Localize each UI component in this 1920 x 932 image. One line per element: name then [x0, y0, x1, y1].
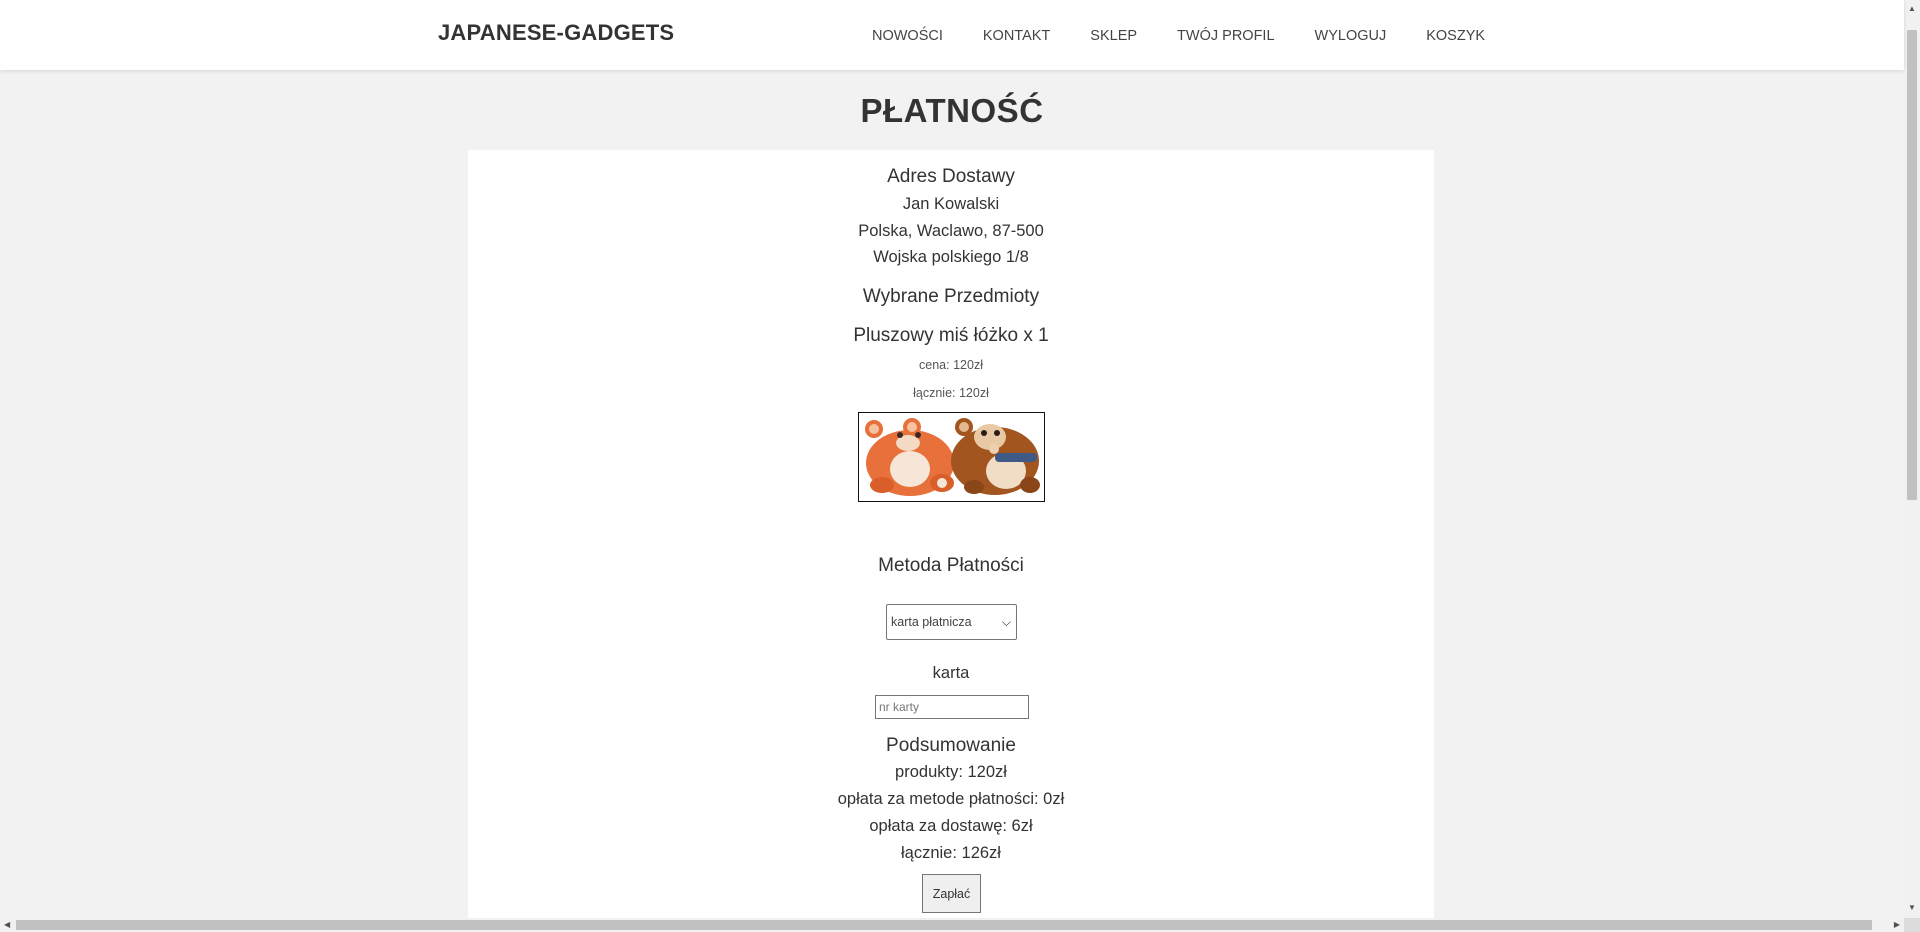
nav-link-sklep[interactable]: SKLEP [1090, 28, 1137, 44]
summary-delivery-fee: opłata za dostawę: 6zł [869, 817, 1033, 835]
nav-links: NOWOŚCI KONTAKT SKLEP TWÓJ PROFIL WYLOGU… [872, 25, 1485, 47]
address-street: Wojska polskiego 1/8 [873, 248, 1029, 266]
horizontal-scrollbar[interactable]: ◀ ▶ [0, 918, 1904, 932]
brand-logo[interactable]: JAPANESE-GADGETS [438, 20, 674, 46]
chevron-down-icon: ⌵ [1001, 614, 1011, 629]
items-heading: Wybrane Przedmioty [862, 286, 1040, 307]
vertical-scrollbar[interactable]: ▲ ▼ [1904, 0, 1920, 932]
address-city: Polska, Waclawo, 87-500 [858, 222, 1044, 240]
item-price: cena: 120zł [919, 358, 983, 372]
plush-bear-bed-picture [859, 413, 1044, 500]
checkout-panel: Adres Dostawy Jan Kowalski Polska, Wacla… [468, 150, 1434, 920]
summary-products: produkty: 120zł [895, 763, 1007, 781]
horizontal-scroll-thumb[interactable] [16, 920, 1872, 930]
nav-link-nowosci[interactable]: NOWOŚCI [872, 28, 943, 44]
scrollbar-corner [1904, 918, 1920, 932]
scroll-down-arrow-icon[interactable]: ▼ [1908, 903, 1916, 912]
summary-heading: Podsumowanie [886, 735, 1016, 756]
scroll-up-arrow-icon[interactable]: ▲ [1908, 4, 1916, 13]
item-total: łącznie: 120zł [913, 386, 989, 400]
address-heading: Adres Dostawy [887, 166, 1015, 187]
nav-link-kontakt[interactable]: KONTAKT [983, 28, 1050, 44]
vertical-scroll-thumb[interactable] [1907, 30, 1917, 500]
payment-method-value: karta płatnicza [891, 615, 972, 629]
product-image [858, 412, 1045, 502]
nav-link-wyloguj[interactable]: WYLOGUJ [1315, 28, 1387, 44]
scroll-right-arrow-icon[interactable]: ▶ [1894, 920, 1900, 929]
pay-button[interactable]: Zapłać [922, 874, 981, 913]
summary-payment-fee: opłata za metode płatności: 0zł [837, 790, 1065, 808]
page-title: PŁATNOŚĆ [860, 92, 1044, 129]
summary-total: łącznie: 126zł [901, 844, 1001, 862]
scroll-left-arrow-icon[interactable]: ◀ [4, 920, 10, 929]
card-number-input[interactable] [875, 695, 1029, 719]
payment-method-select[interactable]: karta płatnicza ⌵ [886, 604, 1017, 640]
nav-link-koszyk[interactable]: KOSZYK [1426, 28, 1485, 44]
card-label: karta [932, 664, 970, 682]
address-name: Jan Kowalski [902, 195, 1000, 213]
nav-link-profil[interactable]: TWÓJ PROFIL [1177, 28, 1274, 44]
top-navbar: JAPANESE-GADGETS NOWOŚCI KONTAKT SKLEP T… [0, 0, 1904, 70]
payment-heading: Metoda Płatności [878, 555, 1024, 576]
item-title: Pluszowy miś łóżko x 1 [853, 325, 1049, 346]
